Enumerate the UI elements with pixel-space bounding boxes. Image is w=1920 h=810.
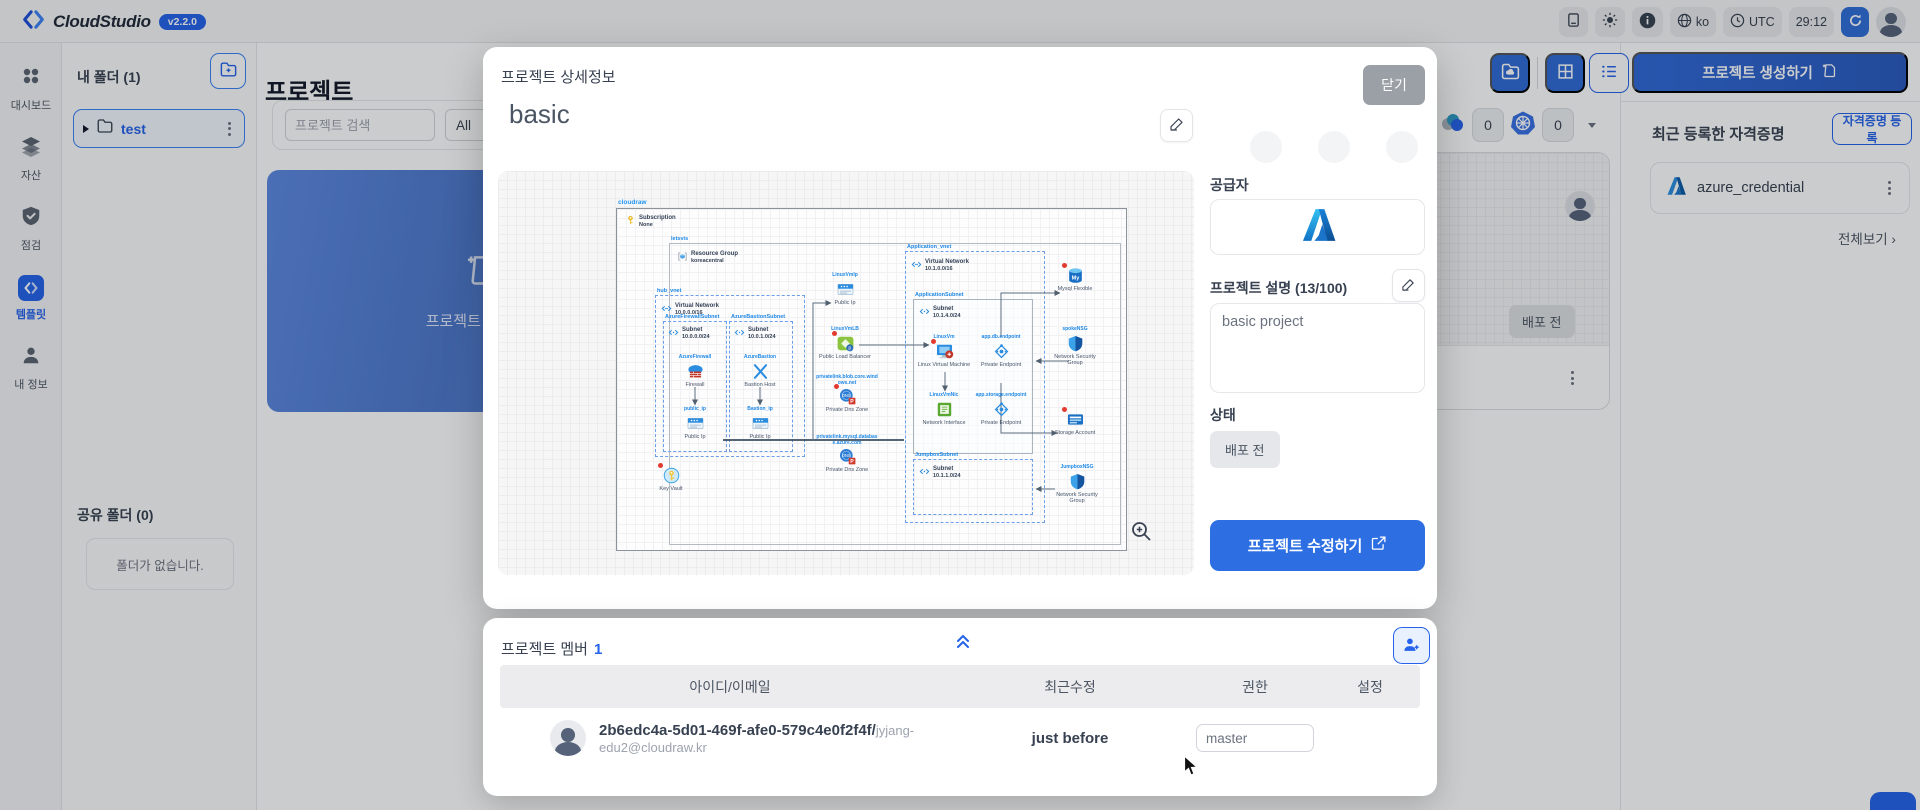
diagram-node-key-vault: Key Vault: [645, 465, 697, 492]
member-avatar: [550, 720, 586, 756]
avatar-skeleton: [1250, 131, 1282, 163]
svg-text:P: P: [850, 399, 854, 405]
col-id-email: 아이디/이메일: [500, 677, 960, 697]
col-settings: 설정: [1330, 677, 1420, 697]
member-id: 2b6edc4a-5d01-469f-afe0-579c4e0f2f4f/: [599, 722, 876, 739]
double-chevron-up-icon: [955, 632, 971, 653]
diagram-node-resource-group: Resource Groupkoreacentral: [677, 251, 738, 265]
mouse-cursor: [1183, 755, 1200, 782]
person-plus-icon: [1402, 635, 1421, 657]
member-modified: just before: [960, 730, 1180, 747]
cloudstudio-app: CloudStudio v2.2.0 ko UTC 29:12: [0, 0, 1920, 810]
col-modified: 최근수정: [960, 677, 1180, 697]
diagram-watermark: cloudraw: [618, 199, 647, 206]
member-row: 2b6edc4a-5d01-469f-afe0-579c4e0f2f4f/jyj…: [500, 708, 1420, 768]
diagram-node-subscription: SubscriptionNone: [625, 215, 676, 229]
diagram-node-mysql-flexible: MyMysql Flexible: [1049, 265, 1101, 292]
svg-text:My: My: [1071, 275, 1080, 281]
update-project-button[interactable]: 프로젝트 수정하기: [1210, 520, 1425, 571]
members-title: 프로젝트 멤버1: [501, 638, 602, 659]
members-count: 1: [594, 641, 602, 658]
provider-box: [1210, 199, 1425, 255]
provider-label: 공급자: [1210, 175, 1249, 195]
col-role: 권한: [1180, 677, 1330, 697]
member-role-input[interactable]: [1196, 724, 1314, 752]
diagram-node-azurefirewall: AzureFirewallFirewall: [667, 355, 723, 388]
diagram-node-linuxvmip: LinuxVmIpPublic Ip: [819, 273, 871, 306]
project-members-card: 프로젝트 멤버1 아이디/이메일 최근수정 권한 설정 2b6edc4a-5d0…: [483, 618, 1437, 796]
diagram-canvas: cloudraw letsvishub_vnetAzureFirewallSub…: [616, 208, 1127, 551]
edit-external-icon: [1370, 535, 1387, 556]
diagram-node-linuxvmnic: LinuxVmNicNetwork Interface: [917, 393, 971, 426]
svg-text:P: P: [850, 459, 854, 465]
diagram-node-app.db.endpoint: app.db.endpointPrivate Endpoint: [974, 335, 1028, 368]
diagram-node-privatelink.blob.core.windows.net: privatelink.blob.core.windows.netDNSPPri…: [815, 375, 879, 413]
member-identity: 2b6edc4a-5d01-469f-afe0-579c4e0f2f4f/jyj…: [599, 722, 960, 755]
description-textarea[interactable]: basic project: [1210, 303, 1425, 393]
diagram-node-subnet: Subnet10.1.1.0/24: [919, 466, 961, 480]
diagram-node-spokensg: spokeNSGNetwork Security Group: [1049, 327, 1101, 366]
diagram-node-app.storage.endpoint: app.storage.endpointPrivate Endpoint: [974, 393, 1028, 426]
diagram-node-virtual-network: Virtual Network10.0.0.0/16: [661, 303, 719, 317]
diagram-node-subnet: Subnet10.0.1.0/24: [734, 327, 776, 341]
status-badge: 배포 전: [1210, 431, 1280, 468]
diagram-node-azurebastion: AzureBastionBastion Host: [732, 355, 788, 388]
add-member-button[interactable]: [1393, 627, 1430, 664]
svg-text:DNS: DNS: [841, 393, 850, 398]
diagram-node-linuxvm: LinuxVmLinux Virtual Machine: [917, 335, 971, 368]
pencil-icon: [1169, 116, 1185, 135]
diagram-node-bastion_ip: Bastion_ipPublic Ip: [732, 407, 788, 440]
diagram-node-public_ip: public_ipPublic Ip: [667, 407, 723, 440]
status-label: 상태: [1210, 405, 1236, 425]
avatar-skeleton: [1386, 131, 1418, 163]
edit-description-button[interactable]: [1392, 269, 1425, 302]
avatar-skeleton: [1318, 131, 1350, 163]
diagram-node-linuxvmlb: LinuxVmLBpPublic Load Balancer: [819, 327, 871, 360]
diagram-node-subnet: Subnet10.1.4.0/24: [919, 306, 961, 320]
members-table-header: 아이디/이메일 최근수정 권한 설정: [500, 665, 1420, 708]
collapse-members-button[interactable]: [949, 628, 977, 656]
diagram-zoom-button[interactable]: [1125, 516, 1157, 548]
close-button[interactable]: 닫기: [1363, 65, 1425, 105]
magnifier-plus-icon: [1129, 519, 1153, 546]
diagram-node-storage-account: Storage Account: [1049, 409, 1101, 436]
edit-name-button[interactable]: [1160, 109, 1193, 142]
azure-logo: [1296, 206, 1340, 249]
diagram-preview-panel: cloudraw letsvishub_vnetAzureFirewallSub…: [498, 171, 1194, 575]
modal-title: 프로젝트 상세정보: [501, 66, 616, 87]
svg-text:DNS: DNS: [841, 453, 850, 458]
project-detail-modal: 프로젝트 상세정보 닫기 basic cloudraw letsvishub_v…: [483, 47, 1437, 609]
svg-text:p: p: [848, 345, 851, 351]
diagram-node-jumpboxnsg: JumpboxNSGNetwork Security Group: [1051, 465, 1103, 504]
diagram-node-subnet: Subnet10.0.0.0/24: [668, 327, 710, 341]
description-label: 프로젝트 설명 (13/100): [1210, 278, 1347, 298]
project-name: basic: [509, 99, 570, 130]
pencil-icon: [1401, 277, 1416, 295]
diagram-node-virtual-network: Virtual Network10.1.0.0/16: [911, 259, 969, 273]
diagram-node-privatelink.mysql.database.azure.com: privatelink.mysql.database.azure.comDNSP…: [815, 435, 879, 473]
